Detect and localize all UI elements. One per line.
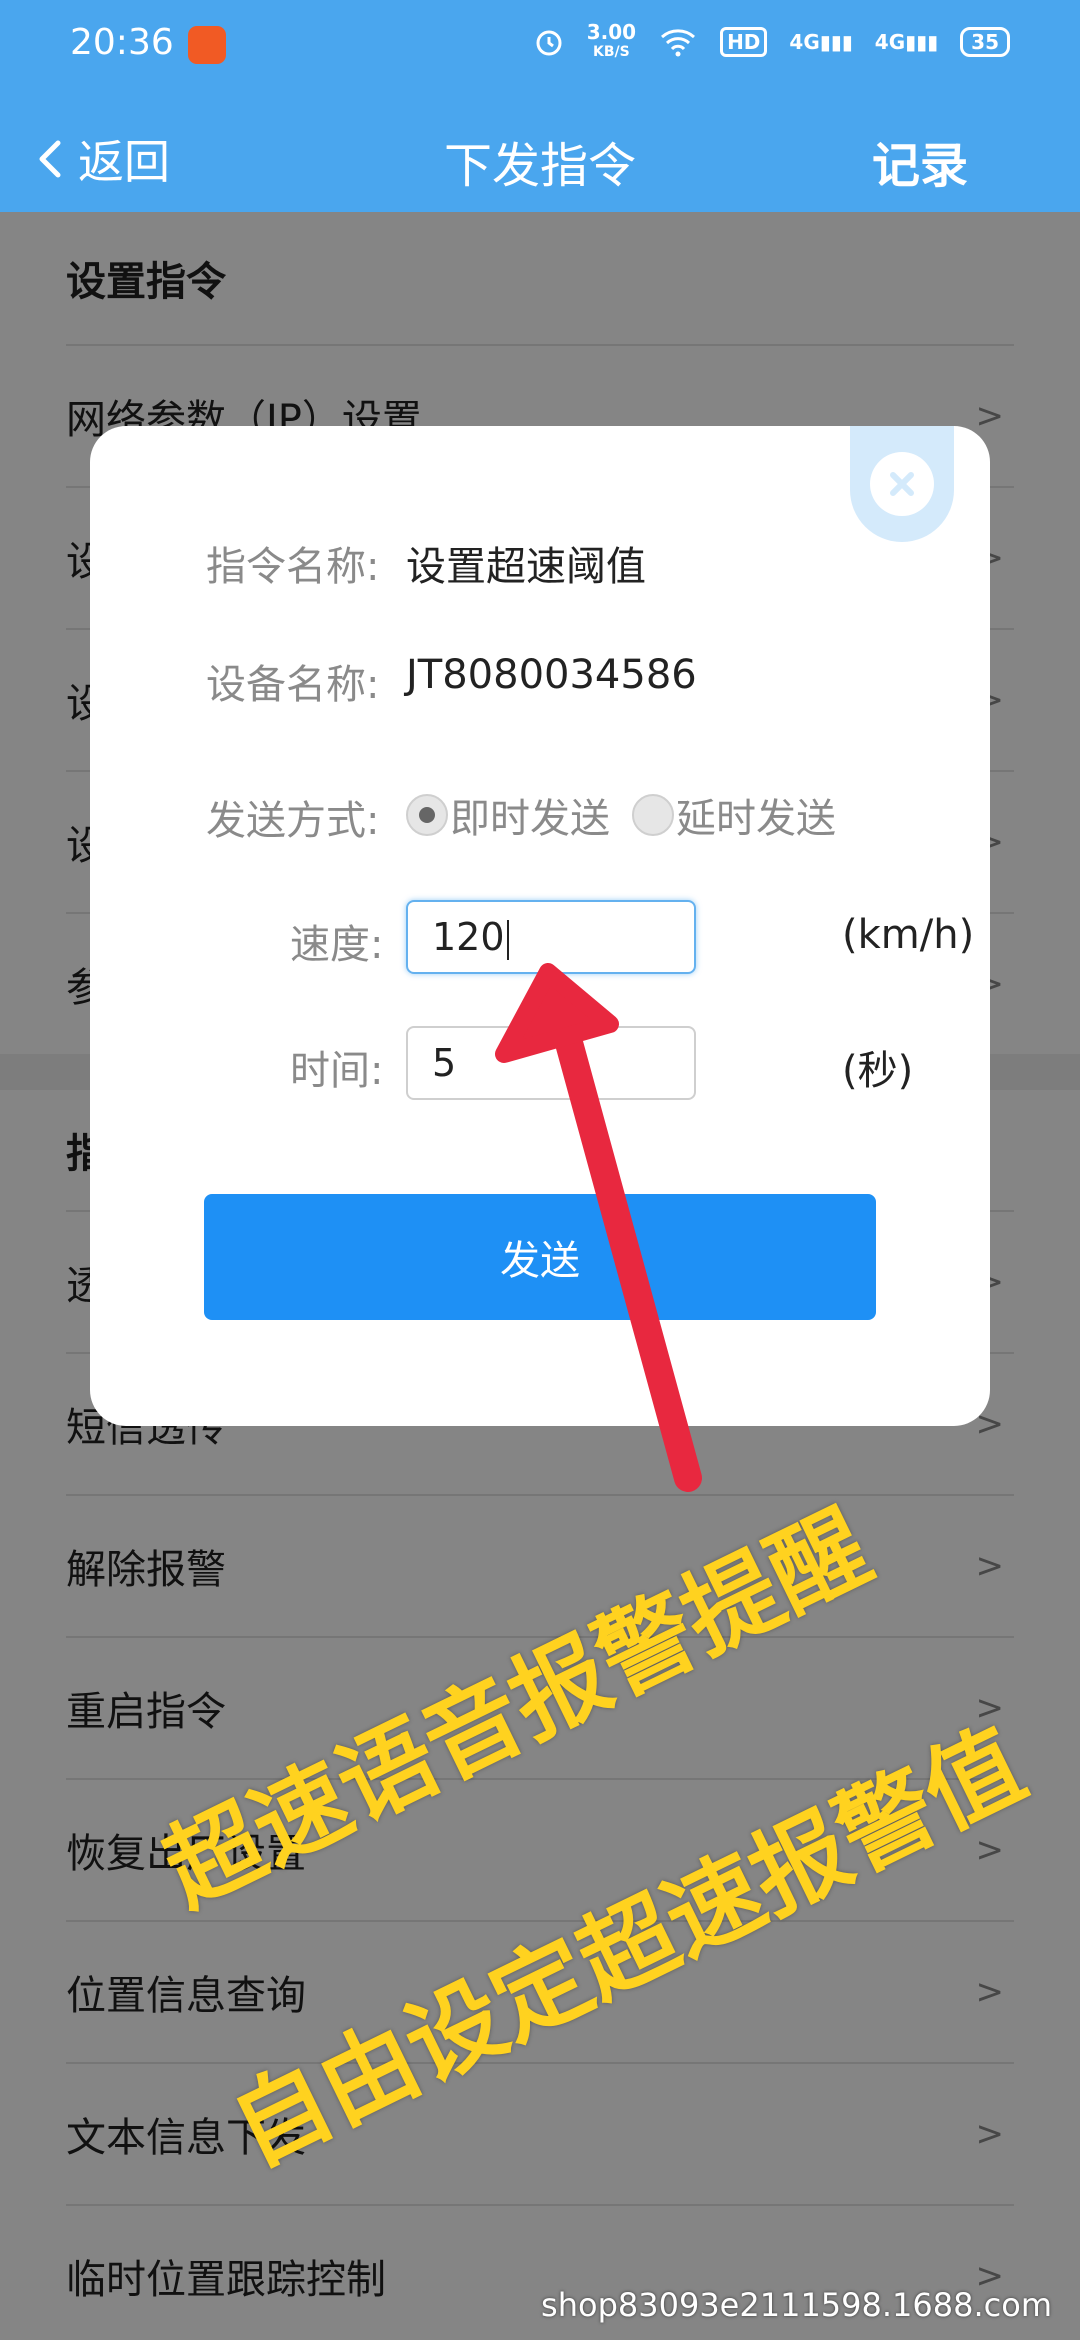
speed-unit: (km/h)	[842, 912, 975, 958]
status-time: 20:36	[70, 22, 174, 63]
hd-badge: HD	[720, 27, 768, 57]
network-speed-value: 3.00	[586, 20, 637, 44]
send-mode-radio-group: 即时发送 延时发送	[406, 786, 836, 844]
alarm-icon	[536, 30, 562, 56]
radio-immediate-label[interactable]: 即时发送	[450, 786, 610, 844]
device-name-label: 设备名称:	[206, 662, 380, 708]
record-button[interactable]: 记录	[872, 126, 968, 196]
command-dialog: 指令名称: 设置超速阈值 设备名称: JT8080034586 发送方式: 即时…	[90, 426, 990, 1426]
network-speed: 3.00 KB/S	[587, 22, 636, 62]
command-name-label: 指令名称:	[206, 544, 380, 590]
close-icon	[870, 452, 934, 516]
signal-4g-1: 4G▮▮▮	[789, 30, 853, 54]
time-input-value: 5	[432, 1041, 457, 1085]
speed-label: 速度:	[290, 922, 384, 968]
wifi-icon	[661, 29, 696, 57]
battery-icon: 35	[960, 27, 1010, 57]
status-bar: 20:36 3.00 KB/S HD 4G▮▮▮ 4G▮▮▮ 35	[0, 0, 1080, 100]
device-name-value: JT8080034586	[406, 652, 697, 698]
time-input[interactable]: 5	[406, 1026, 696, 1100]
command-name-value: 设置超速阈值	[406, 544, 646, 590]
speed-input-value: 120	[432, 915, 505, 959]
nav-bar: 返回 下发指令 记录	[0, 100, 1080, 212]
radio-delayed[interactable]	[632, 794, 674, 836]
signal-4g-2: 4G▮▮▮	[874, 30, 939, 54]
close-button[interactable]	[850, 426, 954, 542]
time-unit: (秒)	[842, 1048, 914, 1094]
send-button[interactable]: 发送	[204, 1194, 876, 1320]
status-icons: 3.00 KB/S HD 4G▮▮▮ 4G▮▮▮ 35	[533, 22, 1010, 62]
network-speed-unit: KB/S	[593, 44, 630, 60]
text-caret	[506, 919, 509, 960]
notification-app-icon	[188, 26, 226, 64]
time-label: 时间:	[290, 1048, 384, 1094]
radio-delayed-label[interactable]: 延时发送	[676, 786, 836, 844]
send-mode-label: 发送方式:	[206, 798, 380, 844]
speed-input[interactable]: 120	[406, 900, 696, 974]
watermark: shop83093e2111598.1688.com	[541, 2286, 1052, 2324]
radio-immediate[interactable]	[406, 794, 448, 836]
radio-selected-dot	[419, 807, 435, 823]
